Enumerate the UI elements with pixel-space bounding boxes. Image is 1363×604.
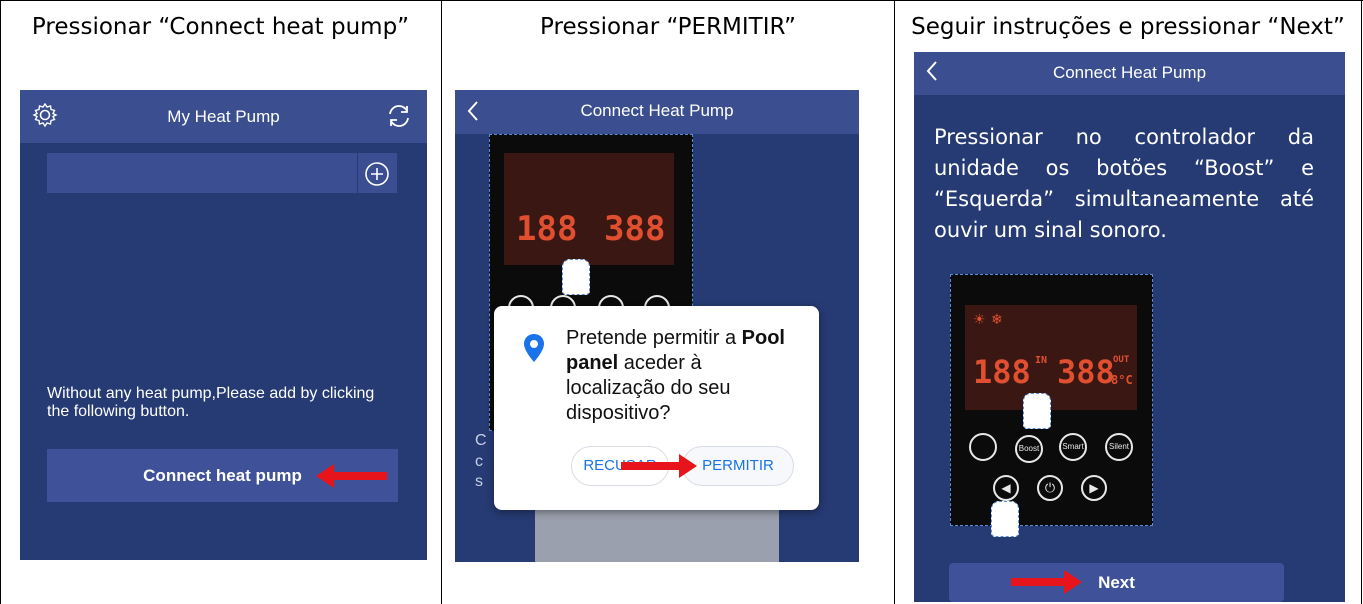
add-divider (357, 153, 358, 193)
red-arrow-indicator (1011, 570, 1082, 594)
red-arrow-indicator (316, 464, 387, 488)
controller-display: ☀ ❄ 188 IN 388 OUT 8°C (965, 305, 1137, 410)
power-button: ⏻ (1037, 475, 1063, 501)
snowflake-icon: ❄ (991, 311, 1003, 327)
screen-my-heat-pump: My Heat Pump Without any heat pump,Pleas… (20, 90, 427, 560)
connect-button-label: Connect heat pump (143, 466, 302, 485)
page-title: Connect Heat Pump (580, 101, 734, 120)
boost-label: Boost (1018, 444, 1040, 453)
smart-label: Smart (1062, 442, 1084, 451)
controller-button-boost: Boost (1015, 435, 1043, 463)
caption-step-3: Seguir instruções e pressionar “Next” (911, 14, 1345, 40)
display-small-right: OUT (1113, 355, 1130, 365)
next-button[interactable]: Next (949, 563, 1284, 602)
table-divider-1 (441, 0, 442, 604)
pointing-hand-icon (991, 501, 1019, 537)
display-digits-right: 388 (604, 209, 666, 249)
allow-button[interactable]: PERMITIR (682, 446, 794, 486)
controller-display: 188 388 (504, 153, 674, 265)
controller-button (969, 433, 997, 461)
dialog-text-before: Pretende permitir a (566, 327, 742, 349)
background-text-fragment: s (475, 473, 483, 490)
empty-message: Without any heat pump,Please add by clic… (47, 385, 375, 420)
background-text-fragment: C (475, 432, 487, 449)
allow-button-label: PERMITIR (702, 457, 774, 474)
table-border-left (0, 0, 1, 604)
background-button (535, 510, 779, 562)
refresh-icon[interactable] (385, 102, 413, 130)
display-digits-right: 388 (1057, 353, 1115, 391)
display-unit: 8°C (1111, 373, 1133, 387)
page-title: Connect Heat Pump (1052, 63, 1207, 82)
display-small-left: IN (1035, 355, 1048, 366)
controller-button-smart: Smart (1059, 433, 1087, 461)
table-border-top (0, 0, 1363, 1)
controller-image: ☀ ❄ 188 IN 388 OUT 8°C Boost Smart Silen… (950, 274, 1153, 537)
dialog-message: Pretende permitir a Pool panel aceder à … (566, 326, 806, 426)
next-button-label: Next (1098, 573, 1135, 592)
top-bar: Connect Heat Pump (914, 52, 1345, 95)
page-title: My Heat Pump (167, 107, 280, 126)
screen-permission-dialog: Connect Heat Pump 188 388 C c s Pretende… (455, 90, 859, 562)
red-arrow-indicator (621, 454, 697, 478)
display-digits-left: 188 (973, 353, 1031, 391)
heat-pump-selector[interactable] (47, 153, 397, 193)
top-bar: My Heat Pump (20, 90, 427, 143)
right-arrow-button: ▶ (1081, 475, 1107, 501)
background-text-fragment: c (475, 453, 483, 470)
permission-dialog: Pretende permitir a Pool panel aceder à … (494, 306, 819, 510)
table-divider-2 (894, 0, 895, 604)
controller-button-silent: Silent (1105, 433, 1133, 461)
plus-circle-icon[interactable] (363, 160, 391, 188)
caption-step-2: Pressionar “PERMITIR” (540, 14, 796, 40)
left-arrow-button: ◀ (993, 475, 1019, 501)
screen-connect-instructions: Connect Heat Pump Pressionar no controla… (914, 52, 1345, 602)
pointing-hand-icon (1023, 393, 1051, 429)
table-border-right (1361, 0, 1362, 604)
instruction-text: Pressionar no controlador da unidade os … (934, 125, 1314, 242)
display-digits-left: 188 (516, 209, 578, 249)
caption-step-1: Pressionar “Connect heat pump” (31, 14, 410, 40)
location-pin-icon (523, 333, 545, 363)
sun-icon: ☀ (973, 311, 986, 327)
silent-label: Silent (1108, 442, 1129, 451)
top-bar: Connect Heat Pump (455, 90, 859, 134)
pointing-hand-icon (562, 259, 590, 295)
